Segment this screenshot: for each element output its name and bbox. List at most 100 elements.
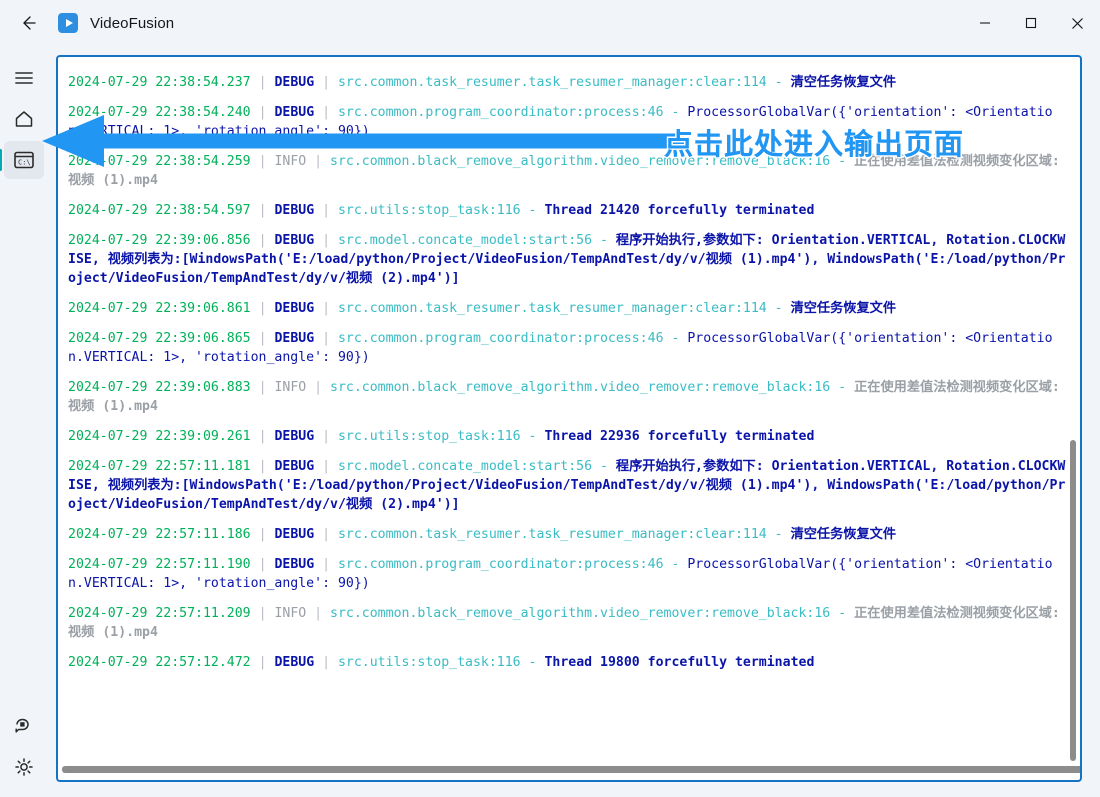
log-dash: - — [520, 428, 545, 444]
log-dash: - — [766, 74, 791, 90]
log-dash: - — [663, 556, 688, 572]
horizontal-scrollbar-thumb[interactable] — [62, 766, 1080, 773]
log-dash: - — [830, 153, 855, 169]
sidebar-bottom-group — [0, 704, 48, 789]
sidebar-top-group: C:\ — [0, 46, 48, 179]
log-module: src.common.program_coordinator:process:4… — [337, 556, 664, 572]
vertical-scrollbar-thumb[interactable] — [1070, 440, 1076, 761]
log-timestamp: 2024-07-29 22:38:54.240 — [68, 104, 251, 120]
log-module: src.utils:stop_task:116 — [337, 654, 521, 670]
log-dash: - — [592, 232, 616, 248]
svg-text:C:\: C:\ — [18, 159, 31, 167]
back-button[interactable] — [8, 7, 48, 39]
log-separator: | — [314, 428, 338, 444]
log-separator: | — [250, 428, 275, 444]
log-separator: | — [250, 556, 275, 572]
app-video-play-icon — [58, 13, 78, 33]
minimize-button[interactable] — [962, 0, 1008, 46]
feedback-chat-icon — [15, 718, 29, 733]
log-module: src.common.task_resumer.task_resumer_man… — [337, 74, 767, 90]
log-level: DEBUG — [274, 232, 315, 248]
log-separator: | — [314, 202, 338, 218]
log-separator: | — [250, 104, 275, 120]
log-separator: | — [314, 232, 338, 248]
log-separator: | — [306, 605, 331, 621]
sidebar-item-feedback[interactable] — [4, 707, 44, 745]
log-message: 清空任务恢复文件 — [790, 74, 897, 90]
log-level: DEBUG — [274, 526, 315, 542]
log-line: 2024-07-29 22:38:54.237 | DEBUG | src.co… — [58, 67, 1080, 97]
log-line: 2024-07-29 22:39:06.856 | DEBUG | src.mo… — [58, 225, 1080, 293]
log-level: INFO — [274, 153, 307, 169]
hamburger-menu-icon — [15, 72, 33, 84]
log-level: DEBUG — [274, 428, 315, 444]
log-timestamp: 2024-07-29 22:57:11.181 — [68, 458, 251, 474]
log-dash: - — [766, 526, 791, 542]
log-message: 清空任务恢复文件 — [790, 526, 897, 542]
maximize-icon — [1025, 17, 1037, 29]
log-line: 2024-07-29 22:39:09.261 | DEBUG | src.ut… — [58, 421, 1080, 451]
log-line: 2024-07-29 22:39:06.883 | INFO | src.com… — [58, 372, 1080, 421]
log-module: src.utils:stop_task:116 — [337, 202, 521, 218]
terminal-console-icon: C:\ — [14, 151, 34, 169]
sidebar-item-console[interactable]: C:\ — [0, 141, 44, 179]
log-separator: | — [250, 526, 275, 542]
app-title: VideoFusion — [90, 14, 175, 32]
log-level: DEBUG — [274, 556, 315, 572]
log-level: DEBUG — [274, 330, 315, 346]
log-module: src.common.task_resumer.task_resumer_man… — [337, 300, 767, 316]
log-line: 2024-07-29 22:38:54.240 | DEBUG | src.co… — [58, 97, 1080, 146]
log-message: Thread 19800 forcefully terminated — [544, 654, 815, 670]
log-timestamp: 2024-07-29 22:38:54.237 — [68, 74, 251, 90]
log-module: src.common.task_resumer.task_resumer_man… — [337, 526, 767, 542]
log-separator: | — [250, 654, 275, 670]
log-separator: | — [250, 232, 275, 248]
log-output-panel[interactable]: 2024-07-29 22:38:54.237 | DEBUG | src.co… — [56, 55, 1082, 782]
log-module: src.common.black_remove_algorithm.video_… — [330, 153, 831, 169]
log-separator: | — [314, 526, 338, 542]
log-timestamp: 2024-07-29 22:57:11.190 — [68, 556, 251, 572]
log-module: src.utils:stop_task:116 — [337, 428, 521, 444]
log-dash: - — [592, 458, 616, 474]
log-timestamp: 2024-07-29 22:38:54.259 — [68, 153, 251, 169]
log-timestamp: 2024-07-29 22:39:06.861 — [68, 300, 251, 316]
title-bar: VideoFusion — [0, 0, 1100, 46]
log-level: DEBUG — [274, 654, 315, 670]
log-level: DEBUG — [274, 202, 315, 218]
log-line: 2024-07-29 22:57:11.190 | DEBUG | src.co… — [58, 549, 1080, 598]
horizontal-scrollbar[interactable] — [62, 765, 1080, 774]
log-module: src.model.concate_model:start:56 — [337, 458, 593, 474]
maximize-button[interactable] — [1008, 0, 1054, 46]
log-level: DEBUG — [274, 300, 315, 316]
sidebar-item-settings[interactable] — [4, 748, 44, 786]
sidebar-item-menu[interactable] — [4, 59, 44, 97]
log-timestamp: 2024-07-29 22:38:54.597 — [68, 202, 251, 218]
log-separator: | — [314, 74, 338, 90]
log-line: 2024-07-29 22:57:12.472 | DEBUG | src.ut… — [58, 647, 1080, 677]
log-timestamp: 2024-07-29 22:39:06.856 — [68, 232, 251, 248]
log-scroll-area[interactable]: 2024-07-29 22:38:54.237 | DEBUG | src.co… — [58, 57, 1080, 767]
log-module: src.common.black_remove_algorithm.video_… — [330, 605, 831, 621]
log-timestamp: 2024-07-29 22:57:12.472 — [68, 654, 251, 670]
vertical-scrollbar[interactable] — [1069, 59, 1077, 763]
log-dash: - — [520, 654, 545, 670]
log-separator: | — [250, 300, 275, 316]
log-separator: | — [250, 202, 275, 218]
log-separator: | — [250, 605, 275, 621]
log-separator: | — [306, 153, 331, 169]
sidebar-item-home[interactable] — [4, 100, 44, 138]
log-level: INFO — [274, 605, 307, 621]
log-line: 2024-07-29 22:57:11.209 | INFO | src.com… — [58, 598, 1080, 647]
log-separator: | — [250, 379, 275, 395]
back-arrow-icon — [23, 16, 36, 30]
log-level: DEBUG — [274, 104, 315, 120]
log-message: Thread 21420 forcefully terminated — [544, 202, 815, 218]
log-separator: | — [314, 300, 338, 316]
close-icon — [1071, 17, 1083, 29]
log-timestamp: 2024-07-29 22:57:11.209 — [68, 605, 251, 621]
home-icon — [15, 111, 33, 127]
log-timestamp: 2024-07-29 22:57:11.186 — [68, 526, 251, 542]
log-line: 2024-07-29 22:57:11.186 | DEBUG | src.co… — [58, 519, 1080, 549]
close-button[interactable] — [1054, 0, 1100, 46]
log-line: 2024-07-29 22:38:54.259 | INFO | src.com… — [58, 146, 1080, 195]
